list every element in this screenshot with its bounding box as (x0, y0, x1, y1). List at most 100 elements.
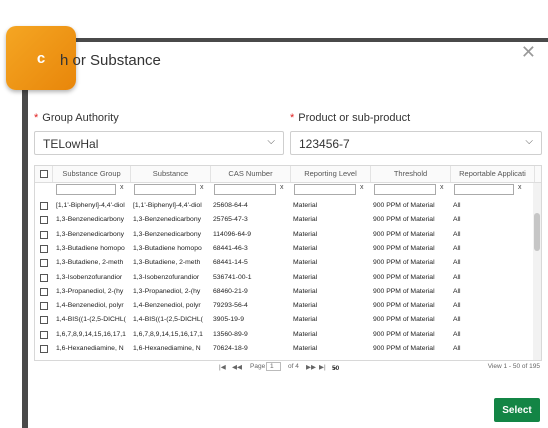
group-authority-select[interactable]: TELowHal ⌵ (34, 131, 284, 155)
substance-group-cell: 1,3-Butadiene, 2-meth (56, 259, 124, 267)
application-cell: All (453, 302, 461, 310)
filter-application-input[interactable] (454, 184, 514, 195)
table-row[interactable]: [1,1'-Biphenyl]-4,4'-diol [1,1'-Biphenyl]… (35, 200, 541, 212)
substance-cell: 1,3-Butadiene homopo (133, 244, 202, 252)
filter-clear-icon[interactable]: x (440, 184, 444, 191)
table-row[interactable]: 1,3-Benzenedicarbony 1,3-Benzenedicarbony… (35, 214, 541, 226)
application-cell: All (453, 216, 461, 224)
close-icon[interactable]: ✕ (521, 42, 536, 63)
dialog-title: h or Substance (60, 52, 161, 69)
substance-group-cell: [1,1'-Biphenyl]-4,4'-diol (56, 202, 125, 209)
table-row[interactable]: 1,4-BIS((1-(2,5-DICHL( 1,4-BIS((1-(2,5-DI… (35, 314, 541, 326)
substance-group-cell: 1,4-Benzenediol, polyr (56, 302, 124, 310)
row-checkbox[interactable] (40, 302, 48, 311)
substance-group-cell: 1,4-BIS((1-(2,5-DICHL( (56, 316, 126, 324)
filter-clear-icon[interactable]: x (200, 184, 204, 191)
substance-grid: Substance Group Substance CAS Number Rep… (34, 165, 542, 361)
substance-cell: [1,1'-Biphenyl]-4,4'-diol (133, 202, 202, 209)
table-row[interactable]: 1,3-Butadiene homopo 1,3-Butadiene homopo… (35, 243, 541, 255)
substance-cell: 1,3-Isobenzofurandior (133, 273, 200, 281)
table-row[interactable]: 1,4-Benzenediol, polyr 1,4-Benzenediol, p… (35, 300, 541, 312)
threshold-cell: 900 PPM of Material (373, 230, 435, 238)
filter-threshold-input[interactable] (374, 184, 436, 195)
table-row[interactable]: 1,3-Butadiene, 2-meth 1,3-Butadiene, 2-me… (35, 257, 541, 269)
col-substance-group[interactable]: Substance Group (53, 166, 131, 182)
col-reporting-level[interactable]: Reporting Level (291, 166, 371, 182)
substance-cell: 1,6,7,8,9,14,15,16,17,1 (133, 330, 203, 338)
filter-row: x x x x x x (35, 183, 541, 197)
select-all-cell (35, 166, 53, 182)
cas-number-cell: 114096-64-9 (213, 230, 252, 238)
badge-letter: c (36, 49, 46, 67)
substance-group-cell: 1,3-Benzenedicarbony (56, 230, 125, 238)
group-authority-label: * Group Authority (34, 112, 119, 124)
threshold-cell: 900 PPM of Material (373, 273, 435, 281)
row-checkbox[interactable] (40, 216, 48, 225)
cas-number-cell: 25765-47-3 (213, 216, 248, 224)
first-page-icon[interactable]: |◀ (219, 363, 226, 371)
application-cell: All (453, 202, 461, 209)
select-button[interactable]: Select (494, 398, 540, 422)
substance-cell: 1,3-Benzenedicarbony (133, 216, 202, 224)
reporting-level-cell: Material (293, 216, 318, 224)
page-label: Page (250, 363, 266, 370)
col-reportable-application[interactable]: Reportable Applicati (451, 166, 535, 182)
substance-cell: 1,3-Propanediol, 2-(hy (133, 287, 201, 295)
substance-cell: 1,4-BIS((1-(2,5-DICHL( (133, 316, 203, 324)
table-row[interactable]: 1,3-Benzenedicarbony 1,3-Benzenedicarbony… (35, 229, 541, 241)
group-authority-value: TELowHal (43, 137, 99, 151)
filter-clear-icon[interactable]: x (120, 184, 124, 191)
col-threshold[interactable]: Threshold (371, 166, 451, 182)
scrollbar-thumb[interactable] (534, 213, 540, 251)
row-checkbox[interactable] (40, 244, 48, 253)
last-page-icon[interactable]: ▶| (319, 363, 326, 371)
filter-clear-icon[interactable]: x (360, 184, 364, 191)
row-checkbox[interactable] (40, 230, 48, 239)
filter-reporting-level-input[interactable] (294, 184, 356, 195)
threshold-cell: 900 PPM of Material (373, 202, 435, 209)
select-all-checkbox[interactable] (40, 170, 48, 178)
row-checkbox[interactable] (40, 330, 48, 339)
reporting-level-cell: Material (293, 202, 318, 209)
filter-substance-input[interactable] (134, 184, 196, 195)
reporting-level-cell: Material (293, 230, 318, 238)
substance-group-cell: 1,3-Isobenzofurandior (56, 273, 123, 281)
page-size-value: 50 (332, 365, 340, 372)
threshold-cell: 900 PPM of Material (373, 259, 435, 267)
row-checkbox[interactable] (40, 345, 48, 353)
required-marker: * (34, 112, 39, 124)
filter-clear-icon[interactable]: x (518, 184, 522, 191)
threshold-cell: 900 PPM of Material (373, 216, 435, 224)
next-page-icon[interactable]: ▶▶ (306, 363, 316, 371)
row-checkbox[interactable] (40, 273, 48, 282)
product-value: 123456-7 (299, 137, 350, 151)
col-cas-number[interactable]: CAS Number (211, 166, 291, 182)
table-row[interactable]: 1,3-Isobenzofurandior 1,3-Isobenzofurandi… (35, 272, 541, 284)
row-checkbox[interactable] (40, 316, 48, 325)
row-checkbox[interactable] (40, 287, 48, 296)
table-row[interactable]: 1,3-Propanediol, 2-(hy 1,3-Propanediol, 2… (35, 286, 541, 298)
col-substance[interactable]: Substance (131, 166, 211, 182)
threshold-cell: 900 PPM of Material (373, 330, 435, 338)
substance-cell: 1,6-Hexanediamine, N (133, 345, 201, 352)
application-cell: All (453, 230, 461, 238)
chevron-down-icon: ⌵ (267, 136, 275, 147)
grid-scrollbar[interactable] (533, 183, 541, 360)
filter-substance-group-input[interactable] (56, 184, 116, 195)
reporting-level-cell: Material (293, 244, 318, 252)
substance-group-cell: 1,3-Butadiene homopo (56, 244, 125, 252)
row-checkbox[interactable] (40, 259, 48, 268)
prev-page-icon[interactable]: ◀◀ (232, 363, 242, 371)
table-row[interactable]: 1,6-Hexanediamine, N 1,6-Hexanediamine, N… (35, 343, 541, 355)
reporting-level-cell: Material (293, 273, 318, 281)
threshold-cell: 900 PPM of Material (373, 316, 435, 324)
table-row[interactable]: 1,6,7,8,9,14,15,16,17,1 1,6,7,8,9,14,15,1… (35, 329, 541, 341)
product-select[interactable]: 123456-7 ⌵ (290, 131, 542, 155)
filter-cas-input[interactable] (214, 184, 276, 195)
filter-clear-icon[interactable]: x (280, 184, 284, 191)
application-cell: All (453, 259, 461, 267)
page-size-select[interactable]: 50 ⌄ (332, 363, 340, 372)
substance-cell: 1,3-Benzenedicarbony (133, 230, 202, 238)
row-checkbox[interactable] (40, 202, 48, 210)
page-number-input[interactable]: 1 (266, 362, 281, 371)
